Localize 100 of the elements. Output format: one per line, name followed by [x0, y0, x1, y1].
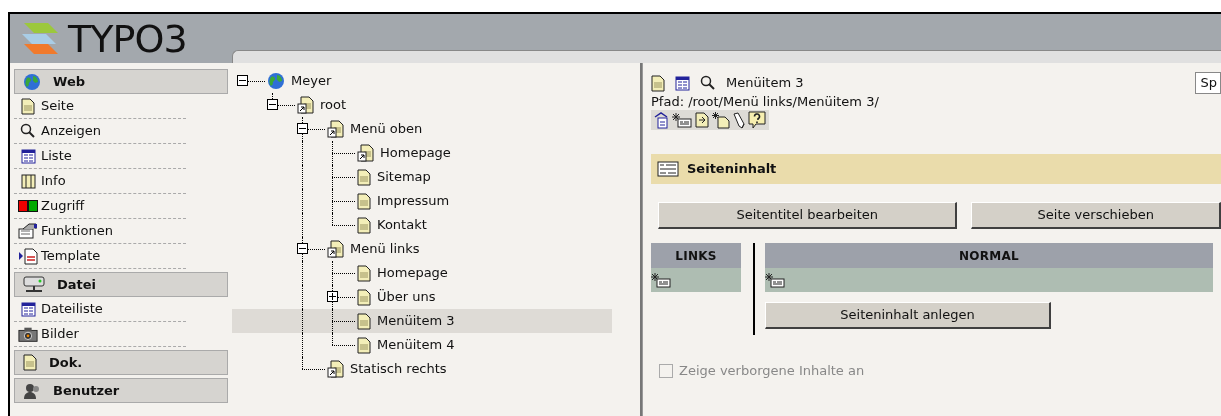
content-icon: [657, 161, 679, 177]
module-label: Dateiliste: [41, 300, 103, 319]
new-page-icon: [712, 111, 730, 129]
tree-label[interactable]: Impressum: [377, 191, 450, 211]
module-group-header[interactable]: Dok.: [14, 350, 228, 375]
module-item[interactable]: Seite: [14, 94, 186, 119]
page-icon: [357, 288, 371, 306]
access-icon: [18, 200, 38, 212]
shortcut-page-icon: [327, 120, 344, 138]
expand-toggle[interactable]: [327, 291, 338, 302]
page-icon: [357, 216, 371, 234]
tree-label[interactable]: Menüitem 3: [377, 311, 455, 331]
module-label: Zugriff: [41, 197, 85, 216]
module-label: Template: [41, 247, 101, 266]
module-group-label: Benutzer: [53, 381, 120, 400]
tree-row[interactable]: Sitemap: [232, 165, 612, 189]
module-item[interactable]: Anzeigen: [14, 119, 186, 144]
globe-icon: [23, 72, 41, 91]
drive-icon: [23, 275, 45, 294]
edit-icon: [732, 111, 746, 129]
module-item[interactable]: Liste: [14, 144, 186, 169]
module-group-label: Datei: [57, 275, 97, 294]
tree-row[interactable]: Homepage: [232, 141, 612, 165]
module-label: Funktionen: [41, 222, 113, 241]
template-icon: [18, 247, 38, 265]
module-label: Anzeigen: [41, 122, 102, 141]
column-header: LINKS: [651, 243, 741, 268]
functions-icon: [18, 223, 38, 239]
globe-icon: [267, 72, 285, 90]
shortcut-page-icon: [297, 96, 314, 114]
list-icon: [675, 75, 690, 91]
collapse-toggle[interactable]: [237, 75, 248, 86]
column-header: NORMAL: [765, 243, 1213, 268]
module-group-header[interactable]: Benutzer: [14, 378, 228, 403]
module-group-header[interactable]: Web: [14, 69, 228, 94]
page-icon: [357, 168, 371, 186]
list-icon: [20, 148, 36, 164]
module-label: Liste: [41, 147, 72, 166]
tree-row[interactable]: Menüitem 4: [232, 333, 612, 357]
tree-label[interactable]: root: [320, 95, 347, 115]
collapse-toggle[interactable]: [267, 99, 278, 110]
tree-label[interactable]: Homepage: [380, 143, 451, 163]
page-icon: [357, 336, 371, 354]
tree-row[interactable]: Statisch rechts: [232, 357, 612, 381]
tree-label[interactable]: Menü oben: [350, 119, 423, 139]
page-icon: [21, 97, 35, 115]
tree-label[interactable]: Meyer: [291, 71, 332, 91]
tree-row[interactable]: Homepage: [232, 261, 612, 285]
tree-label[interactable]: Über uns: [377, 287, 436, 307]
module-item[interactable]: Zugriff: [14, 194, 186, 219]
module-group-header[interactable]: Datei: [14, 272, 228, 297]
search-icon: [700, 75, 716, 91]
tree-row[interactable]: Kontakt: [232, 213, 612, 237]
info-icon: [20, 173, 36, 189]
module-group-label: Dok.: [49, 353, 83, 372]
section-title: Seiteninhalt: [687, 160, 777, 179]
module-item[interactable]: Template: [14, 244, 186, 269]
tree-row[interactable]: Impressum: [232, 189, 612, 213]
help-icon: [748, 111, 766, 129]
module-item[interactable]: Bilder: [14, 322, 186, 347]
collapse-toggle[interactable]: [297, 123, 308, 134]
tree-row[interactable]: Menüitem 3: [232, 309, 612, 333]
page-icon: [357, 312, 371, 330]
module-group-label: Web: [53, 72, 85, 91]
tree-row[interactable]: Menü links: [232, 237, 612, 261]
language-select[interactable]: Sp: [1195, 72, 1221, 94]
page-title: Menüitem 3: [726, 74, 804, 93]
tree-label[interactable]: Sitemap: [377, 167, 431, 187]
action-button[interactable]: Seite verschieben: [971, 202, 1221, 229]
page-icon: [651, 74, 665, 92]
checkbox-label: Zeige verborgene Inhalte an: [679, 362, 865, 380]
action-button[interactable]: Seiteninhalt anlegen: [765, 302, 1051, 329]
module-item[interactable]: Dateiliste: [14, 297, 186, 322]
module-label: Seite: [41, 97, 74, 116]
tree-row[interactable]: Meyer: [232, 69, 612, 93]
shortcut-page-icon: [327, 240, 344, 258]
camera-icon: [18, 325, 38, 343]
collapse-toggle[interactable]: [297, 243, 308, 254]
new-content-icon: [651, 272, 671, 288]
page-icon: [357, 192, 371, 210]
doc-icon: [23, 354, 37, 371]
tree-label[interactable]: Menü links: [350, 239, 420, 259]
tree-label[interactable]: Statisch rechts: [350, 359, 447, 379]
module-label: Info: [41, 172, 66, 191]
shortcut-page-icon: [357, 144, 374, 162]
tree-label[interactable]: Kontakt: [377, 215, 427, 235]
page-up-icon: [654, 111, 670, 129]
page-icon: [357, 264, 371, 282]
users-icon: [23, 381, 41, 400]
shortcut-page-icon: [327, 360, 344, 378]
page-path: Pfad: /root/Menü links/Menüitem 3/: [651, 93, 880, 110]
new-content-icon: [765, 272, 785, 288]
tree-label[interactable]: Homepage: [377, 263, 448, 283]
action-button[interactable]: Seitentitel bearbeiten: [658, 202, 958, 229]
module-item[interactable]: Info: [14, 169, 186, 194]
tree-row[interactable]: root: [232, 93, 612, 117]
module-item[interactable]: Funktionen: [14, 219, 186, 244]
tree-label[interactable]: Menüitem 4: [377, 335, 455, 355]
tree-row[interactable]: Menü oben: [232, 117, 612, 141]
new-content-icon: [672, 112, 692, 128]
